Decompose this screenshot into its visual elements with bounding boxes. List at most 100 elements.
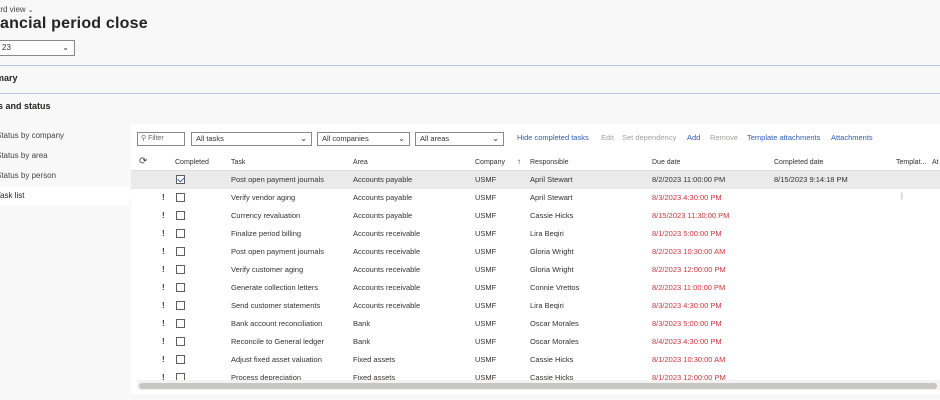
attachments-button[interactable]: Attachments (831, 133, 873, 142)
company-cell: USMF (475, 175, 497, 184)
table-row[interactable]: Post open payment journals Accounts payab… (131, 171, 940, 189)
completed-checkbox[interactable] (176, 355, 185, 364)
responsible-cell: Lira Beqiri (530, 301, 564, 310)
due-date-cell: 8/3/2023 4:30:00 PM (652, 193, 722, 202)
completed-checkbox[interactable] (176, 193, 185, 202)
filter-input[interactable]: ⚲ Filter (137, 132, 185, 146)
areas-filter-dropdown[interactable]: All areas ⌄ (415, 132, 504, 146)
task-cell: Generate collection letters (231, 283, 319, 292)
area-cell: Accounts receivable (353, 229, 421, 238)
task-cell: Verify customer aging (231, 265, 304, 274)
column-header-template[interactable]: Templat... (896, 159, 926, 166)
hide-completed-tasks-button[interactable]: Hide completed tasks (517, 133, 589, 142)
completed-checkbox[interactable] (176, 319, 185, 328)
company-cell: USMF (475, 247, 497, 256)
refresh-icon[interactable]: ⟳ (139, 156, 147, 167)
column-header-due-date[interactable]: Due date (652, 159, 680, 166)
chevron-down-icon: ⌄ (300, 134, 307, 143)
completed-checkbox[interactable] (176, 265, 185, 274)
table-row[interactable]: ! Currency revaluation Accounts payable USM… (131, 207, 940, 225)
completed-checkbox[interactable] (176, 229, 185, 238)
table-row[interactable]: ! Finalize period billing Accounts receiva… (131, 225, 940, 243)
completed-checkbox[interactable] (176, 337, 185, 346)
company-cell: USMF (475, 265, 497, 274)
column-header-completed-date[interactable]: Completed date (774, 159, 823, 166)
fasttab-summary[interactable]: mmary (0, 65, 940, 90)
responsible-cell: Cassie Hicks (530, 211, 574, 220)
column-header-attachments[interactable]: At (932, 159, 939, 166)
table-row[interactable]: ! Verify customer aging Accounts receivabl… (131, 261, 940, 279)
set-dependency-button[interactable]: Set dependency (622, 133, 676, 142)
due-date-cell: 8/3/2023 4:30:00 PM (652, 301, 722, 310)
fasttab-tasks-and-status[interactable]: sks and status (0, 93, 940, 118)
column-header-task[interactable]: Task (231, 159, 245, 166)
task-cell: Bank account reconciliation (231, 319, 323, 328)
completed-checkbox[interactable] (176, 283, 185, 292)
completed-date-cell: 8/15/2023 9:14:18 PM (774, 175, 848, 184)
nav-item-status-by-person[interactable]: Status by person (0, 166, 130, 186)
due-date-cell: 8/2/2023 11:00:00 PM (652, 283, 726, 292)
priority-flag: ! (162, 319, 165, 328)
tasks-filter-dropdown[interactable]: All tasks ⌄ (191, 132, 312, 146)
completed-checkbox[interactable] (176, 211, 185, 220)
completed-checkbox[interactable] (176, 247, 185, 256)
task-cell: Post open payment journals (231, 247, 324, 256)
paperclip-icon[interactable]: | (901, 193, 903, 200)
side-nav: Status by company Status by area Status … (0, 126, 130, 206)
company-cell: USMF (475, 337, 497, 346)
task-cell: Verify vendor aging (231, 193, 296, 202)
table-row[interactable]: ! Adjust fixed asset valuation Fixed asset… (131, 351, 940, 369)
column-header-area[interactable]: Area (353, 159, 368, 166)
priority-flag: ! (162, 301, 165, 310)
remove-button[interactable]: Remove (710, 133, 738, 142)
priority-flag: ! (162, 355, 165, 364)
column-header-company[interactable]: Company (475, 159, 505, 166)
priority-flag: ! (162, 283, 165, 292)
responsible-cell: Gloria Wright (530, 247, 574, 256)
completed-checkbox[interactable] (176, 175, 185, 184)
due-date-cell: 8/2/2023 10:30:00 AM (652, 247, 726, 256)
company-cell: USMF (475, 193, 497, 202)
priority-flag: ! (162, 193, 165, 202)
priority-flag: ! (162, 211, 165, 220)
sort-ascending-icon: ↑ (517, 157, 521, 166)
completed-checkbox[interactable] (176, 301, 185, 310)
table-row[interactable]: ! Verify vendor aging Accounts payable USMF… (131, 189, 940, 207)
view-selector[interactable]: ndard view⌄ (0, 5, 34, 14)
area-cell: Bank (353, 337, 371, 346)
table-row[interactable]: ! Post open payment journals Accounts rece… (131, 243, 940, 261)
company-cell: USMF (475, 301, 497, 310)
fasttab-tasks-label: sks and status (0, 101, 51, 111)
table-row[interactable]: ! Send customer statements Accounts receiv… (131, 297, 940, 315)
table-row[interactable]: ! Generate collection letters Accounts rec… (131, 279, 940, 297)
due-date-cell: 8/4/2023 4:30:00 PM (652, 337, 722, 346)
company-cell: USMF (475, 229, 497, 238)
filter-placeholder: Filter (148, 135, 164, 142)
grid-toolbar: ⚲ Filter All tasks ⌄ All companies ⌄ All… (137, 132, 940, 146)
column-header-responsible[interactable]: Responsible (530, 159, 569, 166)
area-cell: Accounts receivable (353, 265, 421, 274)
nav-item-status-by-area[interactable]: Status by area (0, 146, 130, 166)
chevron-down-icon: ⌄ (27, 7, 34, 14)
edit-button[interactable]: Edit (601, 133, 614, 142)
add-button[interactable]: Add (687, 133, 700, 142)
chevron-down-icon: ⌄ (398, 134, 405, 143)
template-attachments-button[interactable]: Template attachments (747, 133, 820, 142)
responsible-cell: Connie Vrettos (530, 283, 580, 292)
table-row[interactable]: ! Reconcile to General ledger Bank USMF Osca… (131, 333, 940, 351)
responsible-cell: Cassie Hicks (530, 355, 574, 364)
task-cell: Reconcile to General ledger (231, 337, 324, 346)
fiscal-year-select[interactable]: 23 ⌄ (0, 40, 75, 56)
table-row[interactable]: ! Bank account reconciliation Bank USMF Osca… (131, 315, 940, 333)
nav-item-task-list[interactable]: Task list (0, 186, 130, 206)
area-cell: Accounts receivable (353, 283, 421, 292)
companies-filter-value: All companies (322, 134, 369, 143)
nav-item-status-by-company[interactable]: Status by company (0, 126, 130, 146)
column-header-completed[interactable]: Completed (175, 159, 209, 166)
companies-filter-dropdown[interactable]: All companies ⌄ (317, 132, 410, 146)
company-cell: USMF (475, 283, 497, 292)
responsible-cell: Lira Beqiri (530, 229, 564, 238)
horizontal-scrollbar[interactable] (139, 383, 937, 389)
areas-filter-value: All areas (420, 134, 450, 143)
task-cell: Currency revaluation (231, 211, 301, 220)
